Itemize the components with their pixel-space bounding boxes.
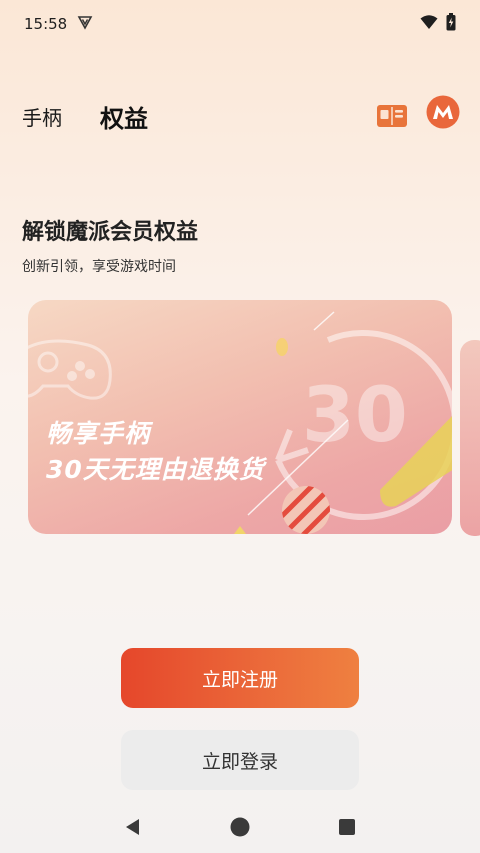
yellow-dot — [276, 338, 288, 356]
tab-gamepad[interactable]: 手柄 — [22, 92, 62, 140]
book-icon[interactable] — [374, 98, 410, 134]
wifi-icon — [420, 14, 438, 34]
status-time: 15:58 — [24, 15, 68, 33]
recents-square-icon[interactable] — [332, 812, 362, 842]
battery-charging-icon — [446, 13, 456, 35]
tab-rights[interactable]: 权益 — [100, 92, 148, 140]
next-banner-peek[interactable] — [460, 340, 480, 536]
promo-headline: 解锁魔派会员权益 — [22, 220, 199, 245]
status-bar: 15:58 — [0, 0, 480, 48]
banner-big-number: 30 — [302, 370, 408, 459]
banner-line1: 畅享手柄 — [46, 419, 151, 448]
back-triangle-icon[interactable] — [118, 812, 148, 842]
promo-banner[interactable]: 30 畅享手柄 30天无理由退换货 — [28, 300, 452, 534]
top-navigation: 手柄 权益 — [0, 92, 480, 140]
status-right — [420, 13, 456, 35]
status-left: 15:58 — [24, 14, 93, 34]
brand-avatar-icon[interactable] — [426, 95, 460, 129]
register-button[interactable]: 立即注册 — [121, 648, 359, 708]
promo-subline: 创新引领，享受游戏时间 — [22, 259, 176, 275]
login-button[interactable]: 立即登录 — [121, 730, 359, 790]
banner-line2: 30天无理由退换货 — [46, 455, 265, 484]
shield-v-icon — [77, 14, 93, 34]
system-nav-bar — [0, 800, 480, 853]
striped-ball — [282, 486, 330, 534]
home-circle-icon[interactable] — [225, 812, 255, 842]
gamepad-icon — [28, 339, 112, 400]
